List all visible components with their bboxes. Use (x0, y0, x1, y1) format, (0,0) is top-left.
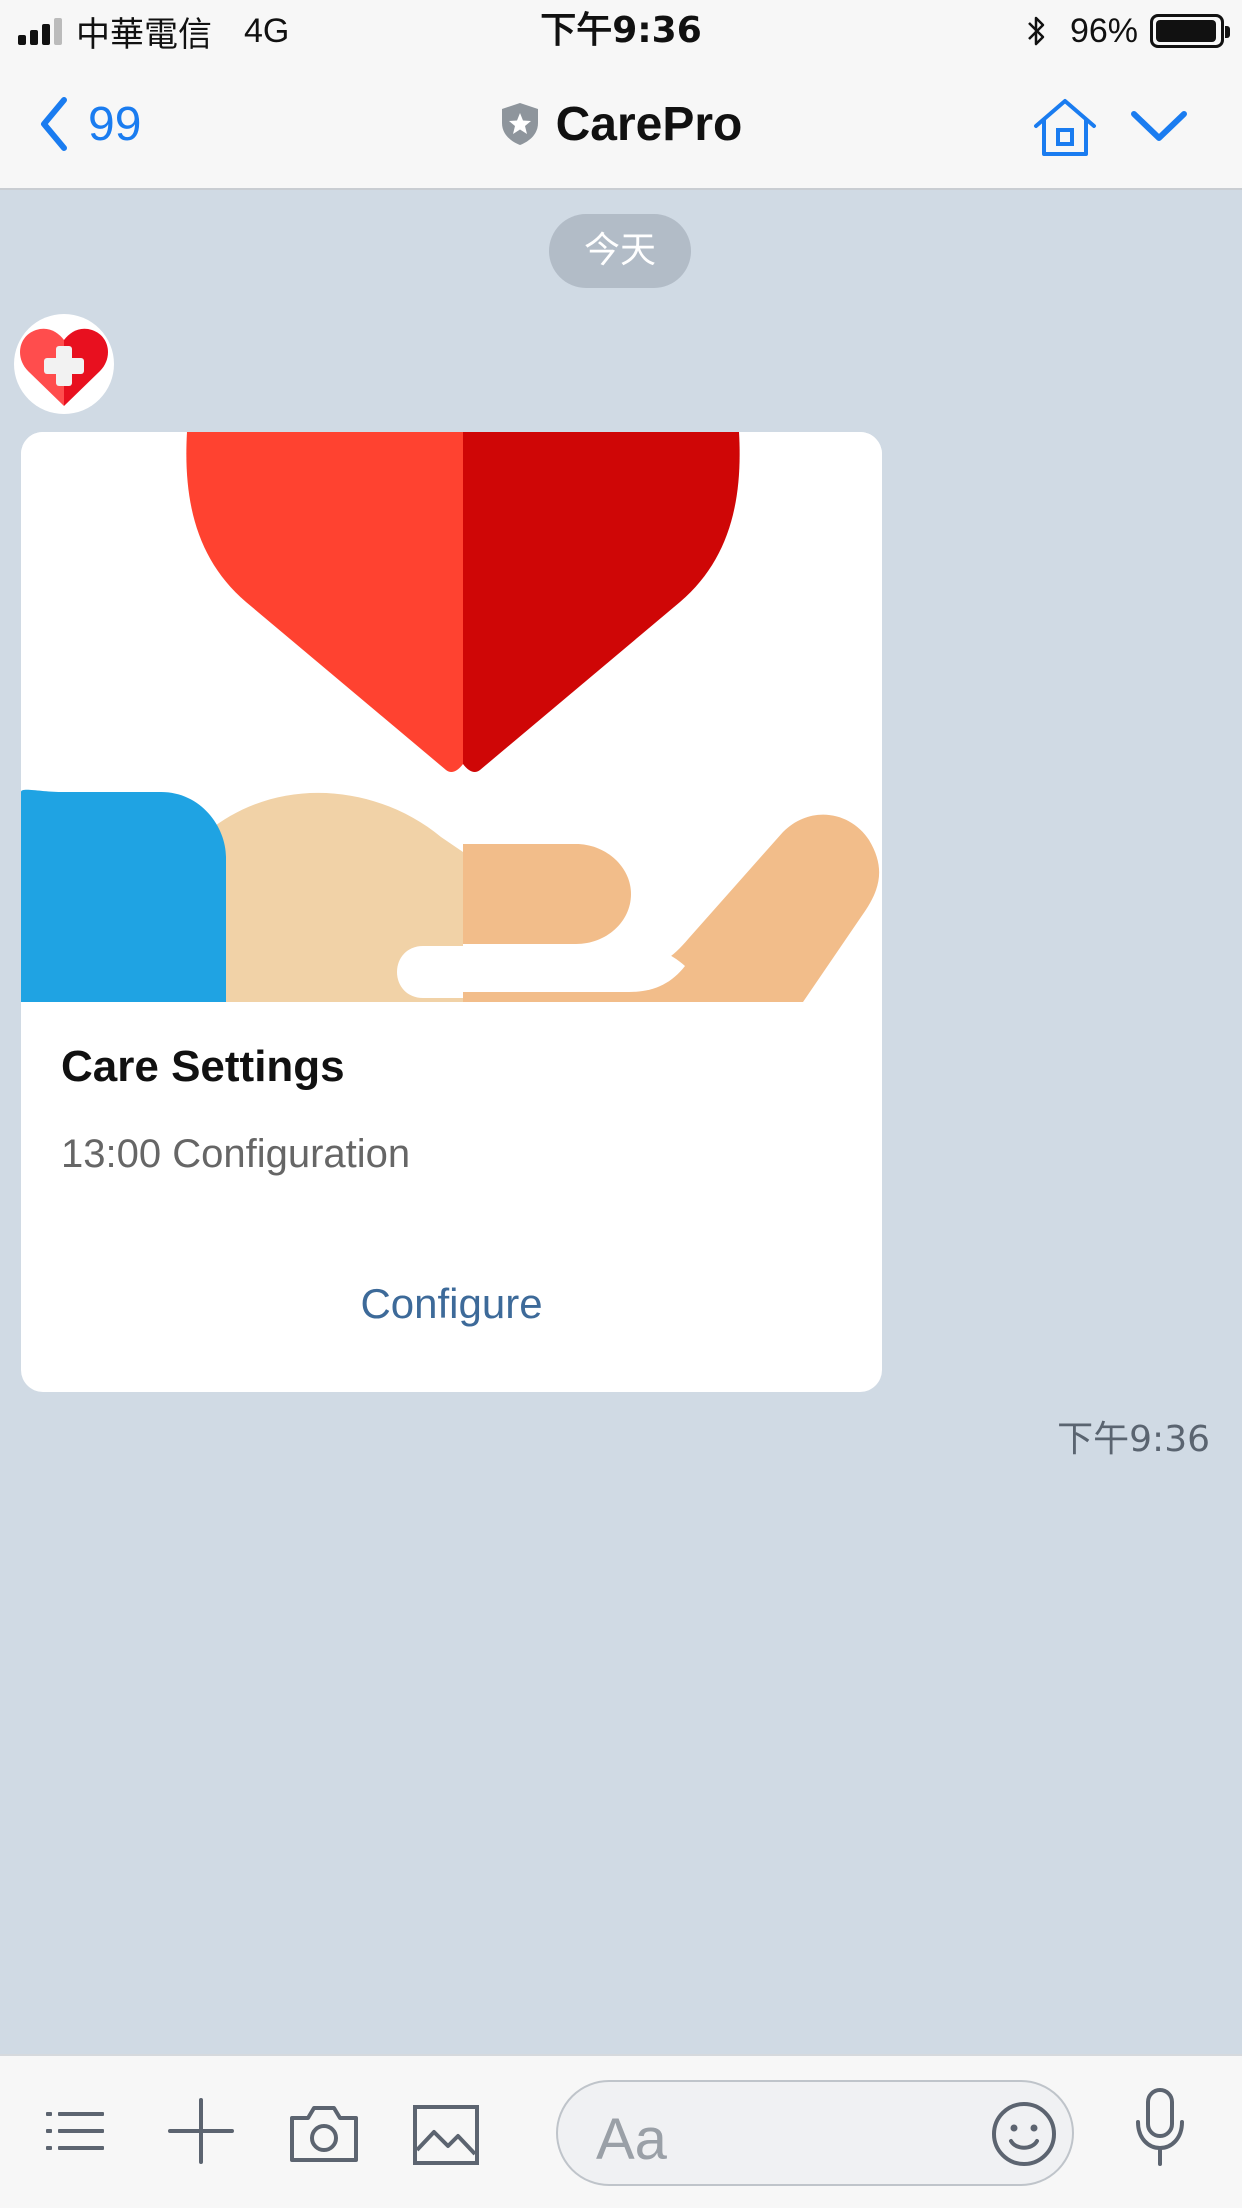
plus-icon[interactable] (166, 2096, 236, 2166)
chat-toolbar: Aa (0, 2054, 1242, 2208)
message-input[interactable]: Aa (556, 2080, 1074, 2186)
chevron-down-icon[interactable] (1128, 106, 1190, 146)
page-title: CarePro (555, 97, 743, 151)
emoji-icon[interactable] (990, 2100, 1058, 2168)
configure-button[interactable]: Configure (21, 1280, 882, 1328)
menu-icon[interactable] (44, 2100, 106, 2162)
date-separator: 今天 (549, 214, 691, 288)
nav-bar: 99 CarePro (0, 62, 1242, 190)
card-title: Care Settings (61, 1042, 345, 1091)
input-placeholder: Aa (596, 2107, 667, 2172)
camera-icon[interactable] (288, 2102, 360, 2164)
battery-icon (1150, 14, 1230, 48)
microphone-icon[interactable] (1130, 2086, 1190, 2168)
message-card: Care Settings 13:00 Configuration Config… (21, 432, 882, 1392)
avatar[interactable] (14, 314, 114, 414)
status-bar: 中華電信 4G 下午9:36 96% (0, 0, 1242, 62)
home-icon[interactable] (1030, 96, 1100, 160)
battery-percent: 96% (1069, 11, 1138, 50)
care-hero-image (21, 432, 882, 1002)
card-subtitle: 13:00 Configuration (61, 1132, 411, 1176)
bluetooth-icon (1028, 16, 1045, 46)
status-right: 96% (1026, 10, 1230, 52)
heart-cross-icon (20, 328, 108, 406)
message-timestamp: 下午9:36 (1057, 1419, 1210, 1460)
battery-fill (1156, 20, 1216, 42)
shield-star-icon (501, 103, 538, 145)
image-icon[interactable] (412, 2104, 480, 2166)
